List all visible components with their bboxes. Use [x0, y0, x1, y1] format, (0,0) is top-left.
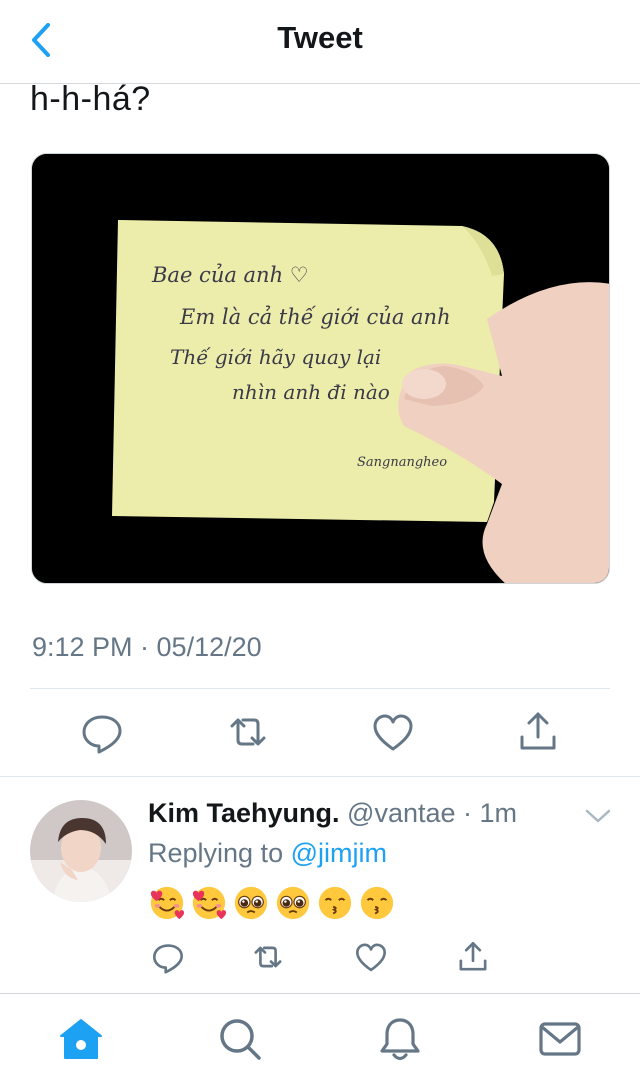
- notifications-icon: [380, 1018, 420, 1061]
- divider: [0, 776, 640, 777]
- note-line-2: Em là cả thế giới của anh: [179, 305, 451, 329]
- replying-to-label: Replying to: [148, 838, 291, 868]
- reply-handle: @vantae · 1m: [347, 798, 518, 828]
- note-line-1: Bae của anh ♡: [151, 263, 309, 287]
- divider: [30, 688, 610, 689]
- like-icon: [373, 714, 413, 751]
- pleading-face-icon: [276, 886, 310, 920]
- page-title: Tweet: [277, 20, 363, 55]
- note-signature: Sangnangheo: [357, 455, 447, 470]
- mention-link[interactable]: @jimjim: [291, 838, 387, 868]
- share-button[interactable]: [513, 707, 563, 757]
- smiling-face-with-hearts-icon: [150, 886, 185, 920]
- tweet-menu-button[interactable]: [582, 803, 614, 829]
- kissing-face-icon: [360, 886, 394, 920]
- share-icon: [520, 712, 556, 750]
- reply-author[interactable]: Kim Taehyung. @vantae · 1m: [148, 798, 517, 829]
- kissing-face-icon: [318, 886, 352, 920]
- avatar[interactable]: [30, 800, 132, 902]
- share-icon: [459, 941, 487, 971]
- reply-author-name: Kim Taehyung.: [148, 798, 340, 828]
- reply-icon: [152, 944, 184, 974]
- divider: [0, 993, 640, 994]
- tab-notifications[interactable]: [375, 1014, 425, 1064]
- tweet-timestamp: 9:12 PM · 05/12/20: [32, 632, 262, 662]
- reply-share-button[interactable]: [454, 938, 492, 976]
- smiling-face-with-hearts-icon: [192, 886, 227, 920]
- reply-retweet-button[interactable]: [249, 938, 287, 976]
- reply-icon: [82, 715, 122, 754]
- retweet-icon: [230, 718, 266, 746]
- home-icon: [60, 1019, 102, 1059]
- note-line-4: nhìn anh đi nào: [232, 380, 390, 404]
- tab-search[interactable]: [215, 1014, 265, 1064]
- replying-to: Replying to @jimjim: [148, 838, 387, 869]
- chevron-down-icon: [585, 809, 611, 823]
- reply-reply-button[interactable]: [149, 938, 187, 976]
- pleading-face-icon: [234, 886, 268, 920]
- search-icon: [220, 1019, 261, 1060]
- tab-messages[interactable]: [535, 1014, 585, 1064]
- messages-icon: [539, 1022, 581, 1056]
- retweet-button[interactable]: [223, 707, 273, 757]
- note-line-3: Thế giới hãy quay lại: [170, 345, 381, 369]
- retweet-icon: [254, 946, 282, 968]
- reply-like-button[interactable]: [352, 938, 390, 976]
- like-button[interactable]: [368, 707, 418, 757]
- top-bar: Tweet: [0, 0, 640, 84]
- like-icon: [355, 943, 387, 972]
- reply-button[interactable]: [77, 707, 127, 757]
- tweet-photo[interactable]: Bae của anh ♡ Em là cả thế giới của anh …: [31, 153, 610, 584]
- tab-home[interactable]: [56, 1014, 106, 1064]
- emoji-text: [148, 884, 396, 924]
- tweet-text: h-h-há?: [30, 80, 151, 118]
